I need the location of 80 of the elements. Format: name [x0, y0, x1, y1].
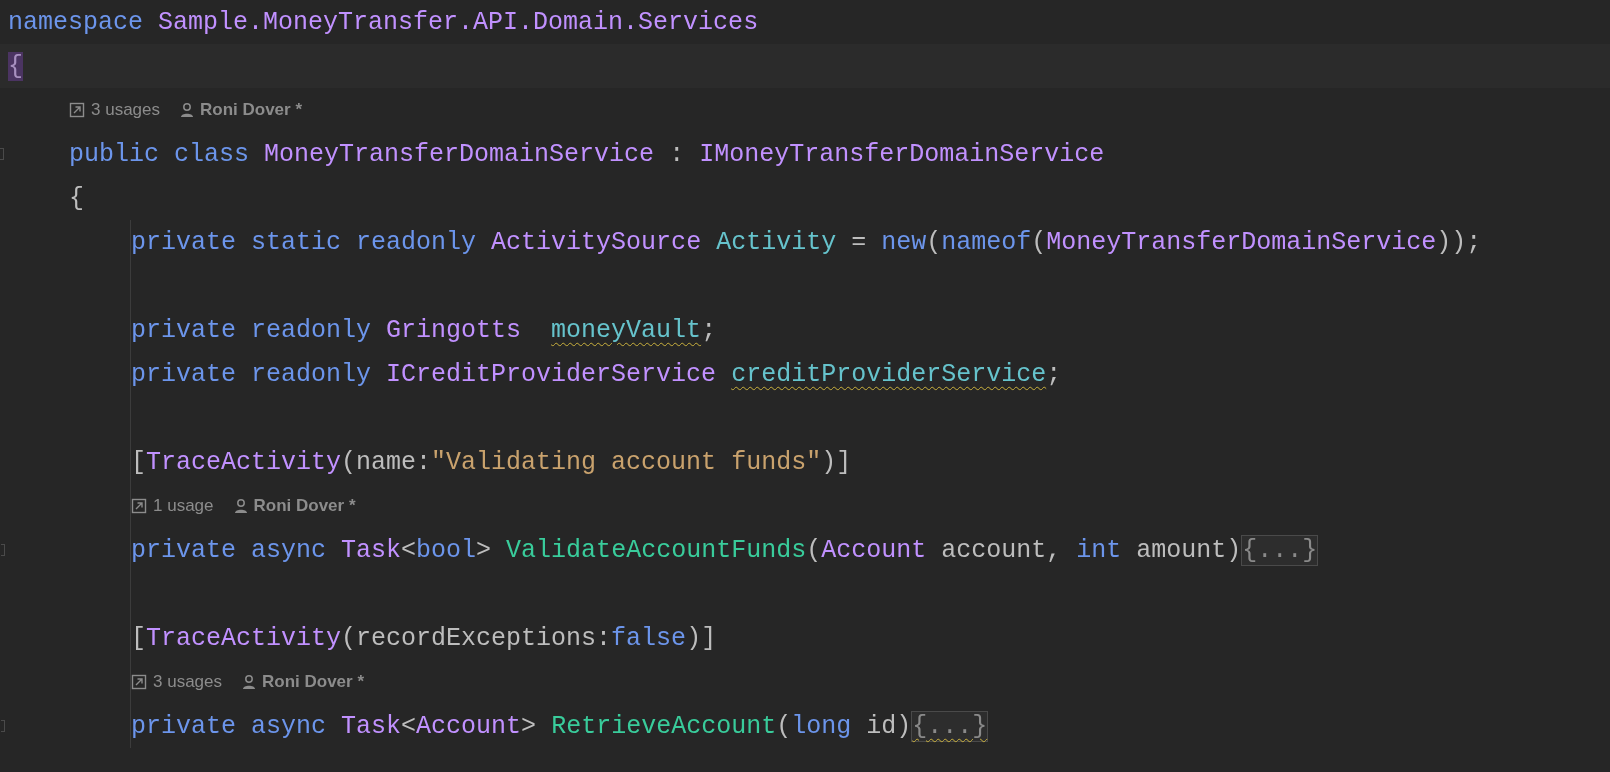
code-keyword: async — [251, 535, 328, 565]
code-type-name: MoneyTransferDomainService — [264, 139, 655, 169]
usages-link[interactable]: 3 usages — [131, 672, 222, 692]
code-text: ; — [701, 315, 717, 345]
code-text: ; — [1046, 359, 1062, 389]
code-text: ( — [776, 711, 792, 741]
fold-marker[interactable] — [1, 720, 5, 732]
usages-link[interactable]: 1 usage — [131, 496, 214, 516]
author-link[interactable]: Roni Dover * — [242, 672, 365, 692]
code-text: amount) — [1135, 535, 1242, 565]
code-text: [ — [131, 447, 146, 477]
code-keyword: private — [131, 711, 238, 741]
code-method-name: RetrieveAccount — [551, 711, 777, 741]
code-type-name: Account — [416, 711, 522, 741]
author-link[interactable]: Roni Dover * — [233, 496, 356, 516]
code-keyword: readonly — [251, 315, 373, 345]
code-type-name: ICreditProviderService — [386, 359, 718, 389]
code-field-name: Activity — [716, 227, 837, 257]
code-text: account, — [940, 535, 1063, 565]
code-type-name: TraceActivity — [146, 623, 342, 653]
code-text: id) — [865, 711, 912, 741]
code-keyword: private — [131, 227, 238, 257]
code-keyword: bool — [416, 535, 477, 565]
code-text: ( — [926, 227, 942, 257]
code-keyword: async — [251, 711, 328, 741]
usages-icon — [69, 102, 85, 118]
code-text: > — [476, 535, 493, 565]
code-keyword: private — [131, 315, 238, 345]
usages-icon — [131, 674, 147, 690]
code-type-name: Account — [821, 535, 927, 565]
code-text: < — [401, 535, 417, 565]
folded-code[interactable]: {...} — [911, 710, 989, 742]
matched-brace: { — [8, 51, 23, 81]
code-type-name: IMoneyTransferDomainService — [699, 139, 1105, 169]
code-keyword: readonly — [251, 359, 373, 389]
code-keyword: class — [174, 139, 251, 169]
code-text: < — [401, 711, 417, 741]
code-type-name: MoneyTransferDomainService — [1046, 227, 1437, 257]
code-keyword: public — [69, 139, 160, 169]
person-icon — [180, 102, 194, 118]
code-field-name: moneyVault — [551, 315, 702, 345]
person-icon — [233, 498, 248, 514]
code-keyword: long — [791, 711, 852, 741]
code-text: { — [69, 183, 84, 213]
code-text: ( — [1031, 227, 1047, 257]
code-keyword: readonly — [356, 227, 478, 257]
fold-marker[interactable] — [1, 544, 5, 556]
code-type-name: TraceActivity — [146, 447, 342, 477]
code-keyword: new — [881, 227, 927, 257]
person-icon — [242, 674, 256, 690]
code-type-name: Gringotts — [386, 315, 523, 345]
code-type-name: ActivitySource — [491, 227, 703, 257]
code-text: (recordExceptions: — [341, 623, 612, 653]
code-text: )); — [1436, 227, 1482, 257]
folded-code[interactable]: {...} — [1241, 534, 1319, 566]
code-keyword: private — [131, 535, 238, 565]
code-type-name: Sample.MoneyTransfer.API.Domain.Services — [158, 7, 759, 37]
fold-marker[interactable] — [0, 148, 4, 160]
code-keyword: int — [1076, 535, 1122, 565]
code-text: = — [850, 227, 868, 257]
code-type-name: Task — [341, 711, 402, 741]
code-field-name: creditProviderService — [731, 359, 1047, 389]
code-text: ( — [806, 535, 822, 565]
usages-link[interactable]: 3 usages — [69, 100, 160, 120]
code-text: > — [521, 711, 538, 741]
code-keyword: nameof — [941, 227, 1032, 257]
code-keyword: namespace — [8, 7, 145, 37]
author-link[interactable]: Roni Dover * — [180, 100, 303, 120]
usages-icon — [131, 498, 147, 514]
code-method-name: ValidateAccountFunds — [506, 535, 807, 565]
code-type-name: Task — [341, 535, 402, 565]
code-keyword: false — [611, 623, 687, 653]
code-text: [ — [131, 623, 146, 653]
code-text: (name: — [341, 447, 432, 477]
code-string: "Validating account funds" — [431, 447, 822, 477]
code-text: )] — [686, 623, 717, 653]
code-text: : — [668, 139, 686, 169]
code-keyword: private — [131, 359, 238, 389]
code-keyword: static — [251, 227, 343, 257]
code-text: )] — [821, 447, 852, 477]
